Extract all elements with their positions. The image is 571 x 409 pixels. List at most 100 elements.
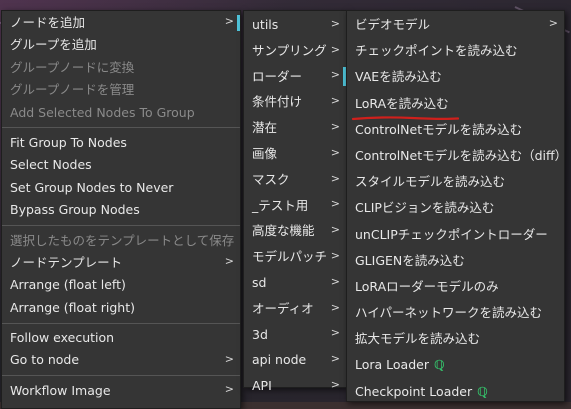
loader-item-entry[interactable]: 拡大モデルを読み込む [347, 326, 564, 352]
menu-item-arrange-float-right[interactable]: Arrange (float right) [2, 297, 240, 319]
category-item-utils[interactable]: utils > [244, 12, 346, 38]
loader-item-entry[interactable]: チェックポイントを読み込む [347, 38, 564, 64]
menu-item-label: ControlNetモデルを読み込む [355, 121, 523, 137]
add-node-submenu: utils > サンプリング > ローダー > 条件付け > 潜在 > 画像 > マスク > _テスト用 > 高… [243, 10, 347, 393]
category-item-entry[interactable]: 潜在 > [244, 115, 346, 141]
menu-item-label: utils [252, 17, 279, 32]
menu-item-label: 潜在 [252, 120, 278, 136]
menu-item-label: _テスト用 [252, 197, 309, 213]
category-item-sd[interactable]: sd > [244, 270, 346, 296]
menu-separator [2, 375, 240, 377]
menu-item-label: 選択したものをテンプレートとして保存 [10, 232, 235, 248]
category-item-api-node[interactable]: api node > [244, 347, 346, 373]
chevron-right-icon: > [224, 254, 234, 268]
chevron-right-icon: > [330, 223, 340, 237]
red-underline-annotation [352, 116, 459, 121]
menu-item-entry: グループノードに変換 [2, 57, 240, 79]
menu-item-label: Workflow Image [10, 382, 111, 398]
loader-item-clip[interactable]: CLIPビジョンを読み込む [347, 195, 564, 221]
category-item-entry[interactable]: ローダー > [244, 64, 346, 90]
menu-item-label: LoRAローダーモデルのみ [355, 278, 499, 294]
menu-separator [2, 127, 240, 129]
category-item-entry[interactable]: サンプリング > [244, 38, 346, 64]
chevron-right-icon: > [330, 119, 340, 133]
menu-item-workflow-image[interactable]: Workflow Image > [2, 380, 240, 402]
category-item-entry[interactable]: オーディオ > [244, 296, 346, 322]
menu-item-follow-execution[interactable]: Follow execution [2, 327, 240, 349]
menu-item-fit-group-to-nodes[interactable]: Fit Group To Nodes [2, 132, 240, 154]
menu-item-label: Lora Loader [355, 357, 429, 373]
menu-item-label: Bypass Group Nodes [10, 202, 140, 218]
menu-item-label: 3d [252, 326, 268, 342]
chevron-right-icon: > [330, 248, 340, 262]
menu-item-label: Set Group Nodes to Never [10, 179, 174, 195]
loader-item-unclip[interactable]: unCLIPチェックポイントローダー [347, 222, 564, 248]
menu-item-label: マスク [252, 171, 290, 187]
loader-item-controlnet-diff[interactable]: ControlNetモデルを読み込む（diff） [347, 143, 568, 169]
menu-separator [2, 322, 240, 324]
menu-item-entry[interactable]: ノードテンプレート > [2, 252, 240, 274]
chevron-right-icon: > [330, 300, 340, 314]
category-item-api[interactable]: API > [244, 373, 346, 399]
menu-item-label: グループノードに変換 [10, 59, 135, 75]
loader-item-lora-loader[interactable]: Lora Loader ℚ [347, 352, 564, 378]
loader-item-lora[interactable]: LoRAを読み込む [347, 91, 564, 117]
menu-item-label: ノードテンプレート [10, 254, 123, 270]
chevron-right-icon: > [330, 16, 340, 30]
custom-node-badge-icon: ℚ [433, 357, 445, 373]
category-item-entry[interactable]: 条件付け > [244, 89, 346, 115]
menu-item-entry[interactable]: グループを追加 [2, 34, 240, 56]
menu-item-label: CLIPビジョンを読み込む [355, 200, 495, 216]
menu-item-label: LoRAを読み込む [355, 95, 449, 111]
menu-item-select-nodes[interactable]: Select Nodes [2, 154, 240, 176]
category-item-entry[interactable]: マスク > [244, 167, 346, 193]
menu-item-label: 高度な機能 [252, 223, 315, 239]
menu-item-label: モデルパッチ [252, 249, 328, 265]
chevron-right-icon: > [330, 326, 340, 340]
loader-item-checkpoint-loader[interactable]: Checkpoint Loader ℚ [347, 379, 564, 405]
menu-item-go-to-node[interactable]: Go to node > [2, 349, 240, 371]
menu-item-entry: 選択したものをテンプレートとして保存 [2, 230, 240, 252]
menu-item-label: GLIGENを読み込む [355, 252, 465, 268]
loaders-submenu: ビデオモデル > チェックポイントを読み込む VAEを読み込む LoRAを読み込む Con… [346, 10, 568, 405]
category-item-3d[interactable]: 3d > [244, 322, 346, 348]
chevron-right-icon: > [224, 382, 234, 396]
loader-item-gligen[interactable]: GLIGENを読み込む [347, 248, 564, 274]
custom-node-badge-icon: ℚ [477, 383, 488, 399]
menu-item-set-group-nodes-to-never[interactable]: Set Group Nodes to Never [2, 177, 240, 199]
loader-item-vae[interactable]: VAEを読み込む [347, 64, 564, 90]
category-item-entry[interactable]: 画像 > [244, 141, 346, 167]
category-item-entry[interactable]: 高度な機能 > [244, 218, 346, 244]
menu-item-label: API [252, 378, 272, 394]
menu-item-label: ローダー [252, 68, 303, 84]
chevron-right-icon: > [330, 145, 340, 159]
chevron-right-icon: > [224, 352, 234, 366]
menu-item-entry[interactable]: ノードを追加 > [2, 12, 240, 34]
menu-item-label: ControlNetモデルを読み込む（diff） [355, 147, 568, 163]
loader-item-entry[interactable]: ハイパーネットワークを読み込む [347, 300, 564, 326]
loader-item-entry[interactable]: スタイルモデルを読み込む [347, 169, 564, 195]
loader-item-entry[interactable]: ビデオモデル > [347, 12, 564, 38]
menu-item-label: ノードを追加 [10, 15, 86, 30]
menu-item-arrange-float-left[interactable]: Arrange (float left) [2, 274, 240, 296]
menu-item-label: api node [252, 352, 307, 368]
chevron-right-icon: > [330, 42, 340, 56]
loader-item-lora[interactable]: LoRAローダーモデルのみ [347, 274, 564, 300]
menu-item-label: チェックポイントを読み込む [355, 43, 518, 59]
chevron-right-icon: > [330, 377, 340, 391]
menu-item-label: Checkpoint Loader [355, 383, 473, 399]
menu-item-label: unCLIPチェックポイントローダー [355, 226, 548, 242]
submenu-open-indicator [237, 15, 240, 32]
menu-item-bypass-group-nodes[interactable]: Bypass Group Nodes [2, 199, 240, 221]
chevron-right-icon: > [330, 274, 340, 288]
category-item-entry[interactable]: _テスト用 > [244, 193, 346, 219]
chevron-right-icon: > [548, 16, 558, 30]
menu-item-label: Add Selected Nodes To Group [10, 104, 195, 120]
menu-item-label: ハイパーネットワークを読み込む [355, 305, 543, 321]
menu-item-label: サンプリング [252, 42, 327, 58]
menu-item-label: Arrange (float left) [10, 277, 126, 293]
menu-item-label: 条件付け [252, 94, 303, 110]
menu-item-label: Arrange (float right) [10, 299, 135, 315]
category-item-entry[interactable]: モデルパッチ > [244, 244, 346, 270]
menu-item-label: スタイルモデルを読み込む [355, 174, 506, 190]
